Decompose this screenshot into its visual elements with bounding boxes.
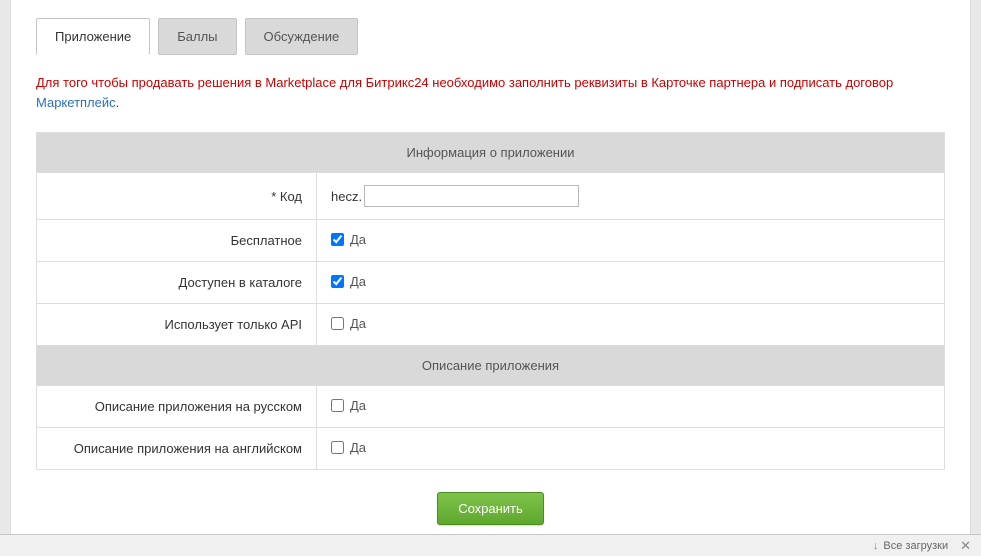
label-desc-en: Описание приложения на английском: [37, 428, 317, 470]
notice-link[interactable]: Маркетплейс: [36, 95, 116, 110]
notice-text: Для того чтобы продавать решения в Marke…: [36, 73, 945, 112]
desc-en-option-wrap: Да: [331, 440, 366, 455]
label-desc-ru: Описание приложения на русском: [37, 386, 317, 428]
api-option-wrap: Да: [331, 316, 366, 331]
tabs: Приложение Баллы Обсуждение: [36, 18, 945, 55]
label-api: Использует только API: [37, 304, 317, 346]
desc-en-checkbox[interactable]: [331, 441, 344, 454]
tab-discussion[interactable]: Обсуждение: [245, 18, 359, 55]
free-option-wrap: Да: [331, 232, 366, 247]
label-free: Бесплатное: [37, 220, 317, 262]
tab-app[interactable]: Приложение: [36, 18, 150, 55]
notice-before: Для того чтобы продавать решения в Marke…: [36, 75, 893, 90]
download-icon: ↓: [873, 540, 879, 552]
desc-ru-checkbox[interactable]: [331, 399, 344, 412]
free-checkbox[interactable]: [331, 233, 344, 246]
code-input[interactable]: [364, 185, 579, 207]
free-option-text: Да: [350, 232, 366, 247]
label-code: * Код: [37, 173, 317, 220]
section-app-desc: Описание приложения: [37, 346, 945, 386]
form-table: Информация о приложении * Код hecz. Бесп…: [36, 132, 945, 470]
notice-after: .: [116, 95, 120, 110]
tab-points[interactable]: Баллы: [158, 18, 236, 55]
desc-ru-option-wrap: Да: [331, 398, 366, 413]
code-prefix: hecz.: [331, 189, 362, 204]
catalog-option-text: Да: [350, 274, 366, 289]
save-button[interactable]: Сохранить: [437, 492, 544, 525]
section-app-info: Информация о приложении: [37, 133, 945, 173]
button-row: Сохранить: [36, 492, 945, 525]
catalog-option-wrap: Да: [331, 274, 366, 289]
label-catalog: Доступен в каталоге: [37, 262, 317, 304]
api-checkbox[interactable]: [331, 317, 344, 330]
browser-statusbar: ↓ Все загрузки ✕: [0, 534, 981, 556]
desc-en-option-text: Да: [350, 440, 366, 455]
api-option-text: Да: [350, 316, 366, 331]
catalog-checkbox[interactable]: [331, 275, 344, 288]
close-icon[interactable]: ✕: [960, 538, 971, 554]
desc-ru-option-text: Да: [350, 398, 366, 413]
downloads-label[interactable]: Все загрузки: [883, 540, 948, 552]
